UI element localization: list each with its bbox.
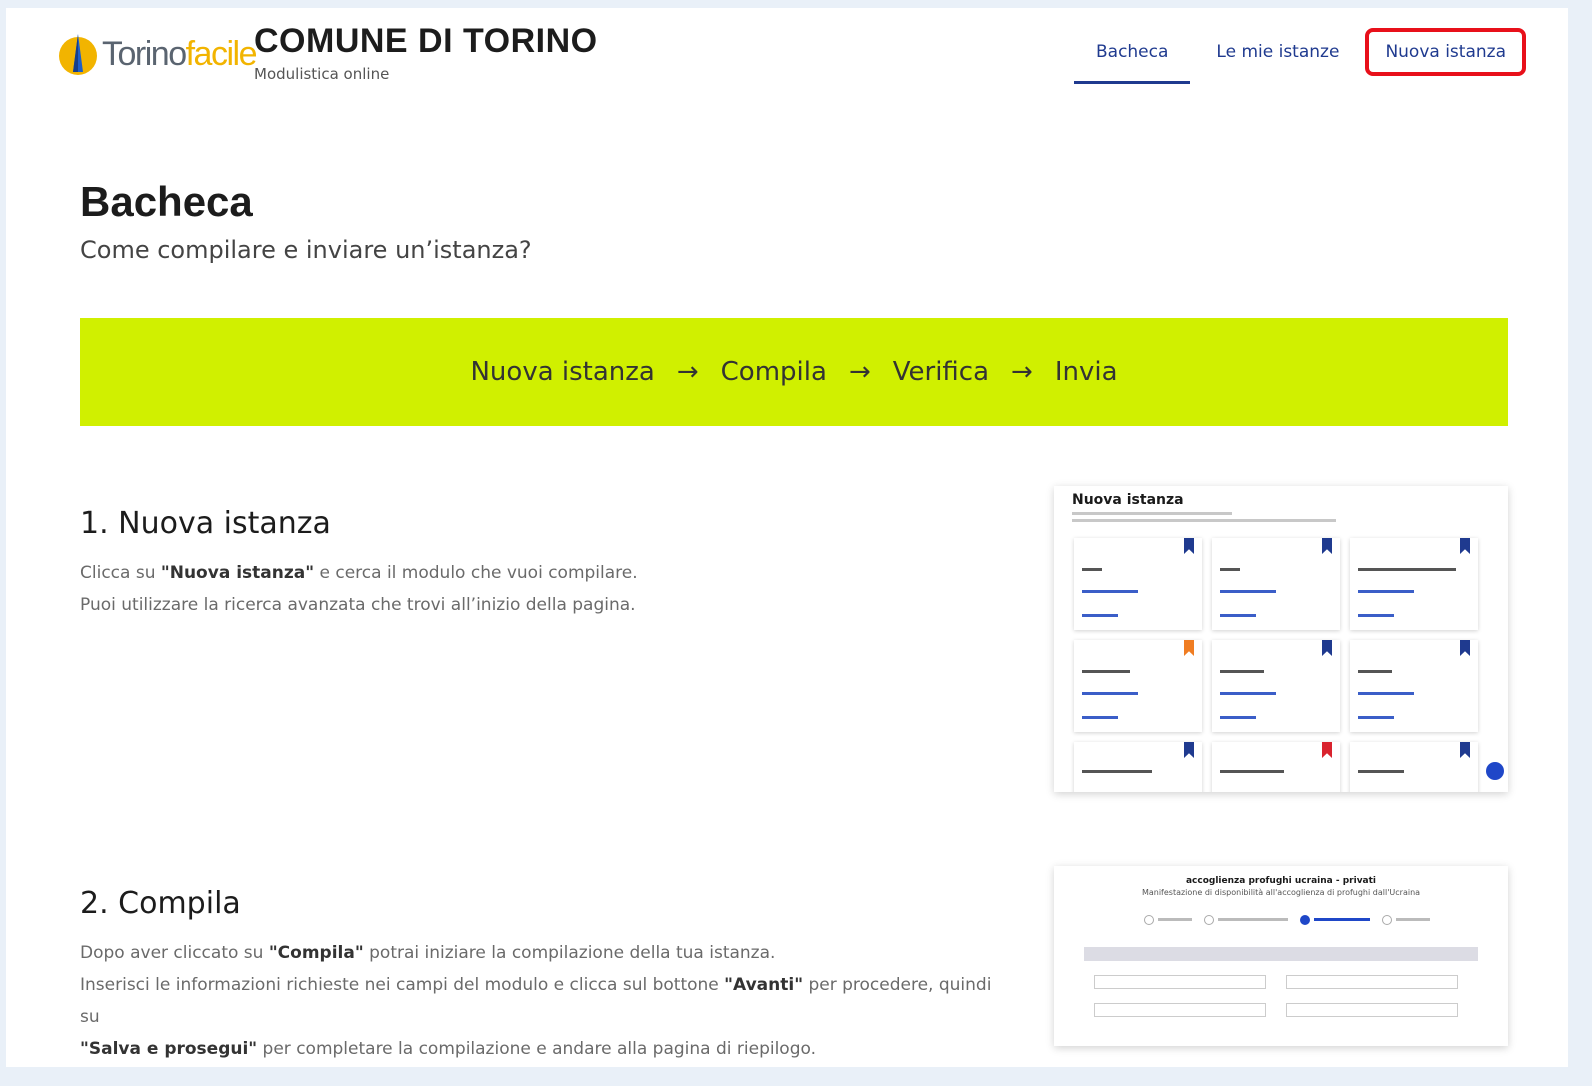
bookmark-icon [1184,538,1194,554]
category-card [1212,640,1340,732]
bold-text: "Nuova istanza" [160,563,315,583]
step-invia: Invia [1054,357,1118,387]
floating-action-button [1486,762,1504,780]
step-label [1396,918,1430,921]
thumbnail-title: accoglienza profughi ucraina - privati [1185,876,1377,886]
mole-antonelliana-logo-icon [59,34,97,75]
form-section-header [1084,947,1478,961]
bookmark-icon [1184,640,1194,656]
bookmark-icon [1460,538,1470,554]
site-header: Torinofacile COMUNE DI TORINO Modulistic… [6,8,1568,108]
brand-subtitle: Modulistica online [254,65,390,83]
thumbnail-text-lines [1072,512,1508,522]
arrow-right-icon: → [848,357,871,387]
bold-text: "Avanti" [724,975,804,995]
bookmark-icon [1184,742,1194,758]
step-compila: Compila [720,357,827,387]
category-card [1074,640,1202,732]
step-label [1314,918,1370,921]
step-dot [1382,915,1392,925]
main-nav: Bacheca Le mie istanze Nuova istanza [1070,28,1526,84]
bold-text: "Compila" [268,943,364,963]
text: e cerca il modulo che vuoi compilare. [314,563,638,583]
section-description: Dopo aver cliccato su "Compila" potrai i… [80,937,1000,1065]
category-card [1074,538,1202,630]
description-line: Clicca su "Nuova istanza" e cerca il mod… [80,557,1000,589]
bold-text: "Salva e prosegui" [80,1039,258,1059]
step-nuova-istanza: Nuova istanza [470,357,655,387]
step-label [1218,918,1288,921]
description-line: Dopo aver cliccato su "Compila" potrai i… [80,937,1000,969]
bookmark-icon [1460,742,1470,758]
bookmark-icon [1322,538,1332,554]
form-field [1286,1003,1458,1017]
logo-wordmark: Torinofacile [102,34,258,74]
step-dot [1300,915,1310,925]
category-card [1350,640,1478,732]
description-line: Inserisci le informazioni richieste nei … [80,969,1000,1033]
logo-text-facile: facile [185,34,258,73]
text: per completare la compilazione e andare … [257,1039,817,1059]
section-nuova-istanza: 1. Nuova istanza Clicca su "Nuova istanz… [80,486,1508,886]
torinofacile-logo[interactable]: Torinofacile [56,30,258,78]
category-cards-grid [1074,538,1508,792]
page: Torinofacile COMUNE DI TORINO Modulistic… [6,8,1568,1067]
section-compila: 2. Compila Dopo aver cliccato su "Compil… [80,866,1508,1086]
compila-screenshot: accoglienza profughi ucraina - privati M… [1054,866,1508,1046]
form-field [1094,1003,1266,1017]
description-line: "Salva e prosegui" per completare la com… [80,1033,1000,1065]
step-label [1158,918,1192,921]
nav-le-mie-istanze[interactable]: Le mie istanze [1194,28,1361,76]
form-field [1286,975,1458,989]
bookmark-icon [1322,640,1332,656]
text: Puoi utilizzare la ricerca avanzata che … [80,595,636,615]
thumbnail-title: Nuova istanza [1072,492,1184,508]
form-field [1094,975,1266,989]
arrow-right-icon: → [1011,357,1033,387]
nav-bacheca[interactable]: Bacheca [1073,28,1191,84]
thumbnail-subtitle: Manifestazione di disponibilità all'acco… [1141,888,1421,897]
category-card [1212,538,1340,630]
step-dot [1144,915,1154,925]
arrow-right-icon: → [676,357,699,387]
process-steps-banner: Nuova istanza → Compila → Verifica → Inv… [80,318,1508,426]
form-stepper [1054,915,1508,925]
nuova-istanza-screenshot: Nuova istanza [1054,486,1508,792]
category-card [1074,742,1202,792]
main-content: Bacheca Come compilare e inviare un’ista… [80,178,1508,1086]
category-card [1212,742,1340,792]
description-line: Puoi utilizzare la ricerca avanzata che … [80,589,1000,621]
logo-text-torino: Torino [102,34,187,73]
step-verifica: Verifica [892,357,990,387]
form-row [1094,975,1478,989]
form-row [1094,1003,1478,1017]
brand-block: COMUNE DI TORINO Modulistica online [254,22,598,83]
brand-title: COMUNE DI TORINO [254,22,598,60]
category-card [1350,742,1478,792]
category-card [1350,538,1478,630]
nav-nuova-istanza[interactable]: Nuova istanza [1365,28,1526,76]
text: Inserisci le informazioni richieste nei … [80,975,725,995]
bookmark-icon [1322,742,1332,758]
step-dot [1204,915,1214,925]
text: potrai iniziare la compilazione della tu… [363,943,776,963]
text: Dopo aver cliccato su [80,943,269,963]
section-description: Clicca su "Nuova istanza" e cerca il mod… [80,557,1000,621]
page-subtitle: Come compilare e inviare un’istanza? [80,236,532,264]
bookmark-icon [1460,640,1470,656]
page-title: Bacheca [80,178,253,225]
text: Clicca su [80,563,161,583]
